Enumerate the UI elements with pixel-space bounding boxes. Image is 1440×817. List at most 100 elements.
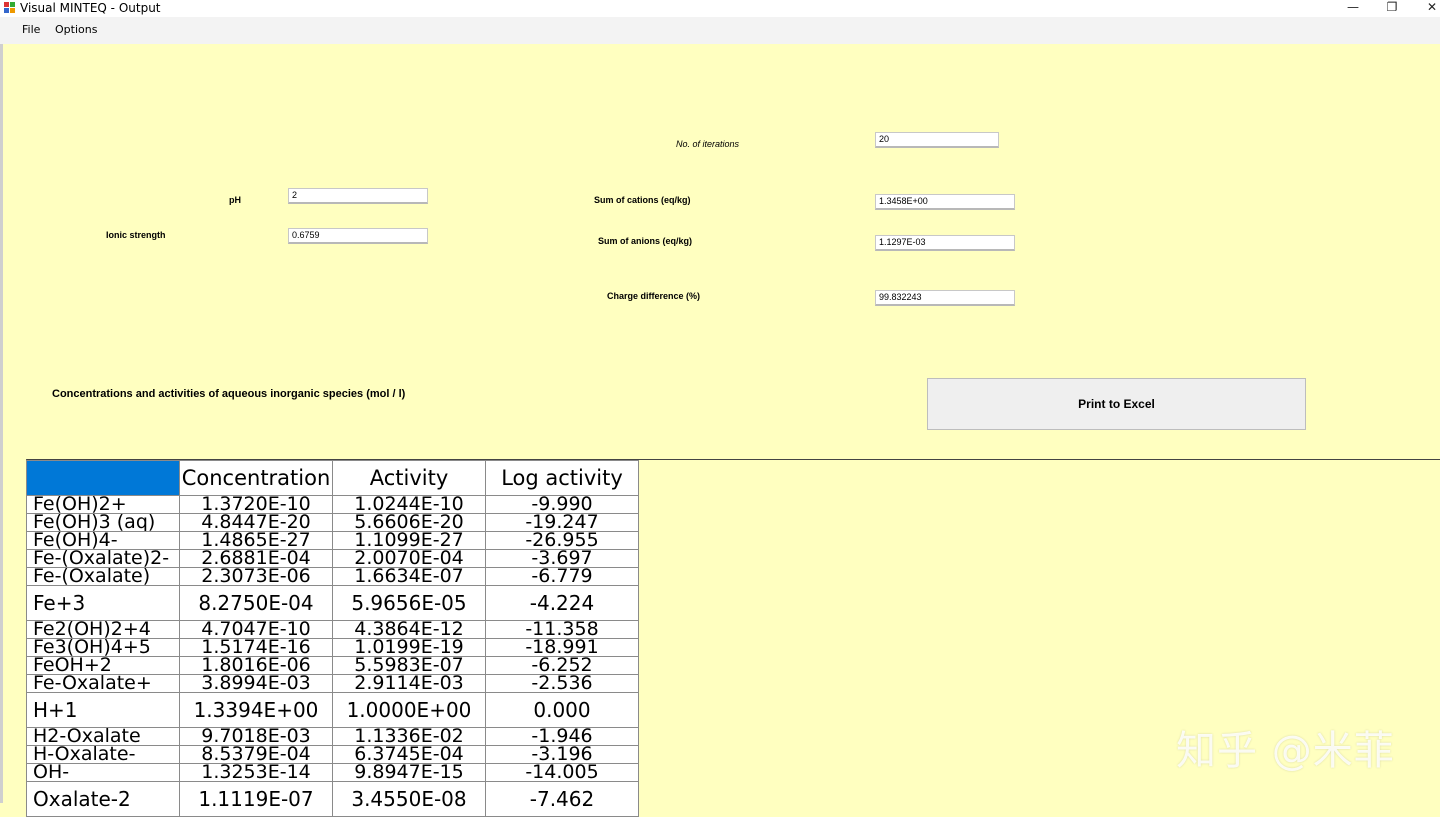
cell-species[interactable]: Fe(OH)4-	[26, 531, 180, 550]
table-row[interactable]: FeOH+2 1.8016E-06 5.5983E-07 -6.252	[26, 656, 639, 675]
cell-log-activity[interactable]: -14.005	[485, 763, 639, 782]
cell-activity[interactable]: 1.1336E-02	[332, 727, 486, 746]
cell-activity[interactable]: 2.0070E-04	[332, 549, 486, 568]
table-row[interactable]: Fe+3 8.2750E-04 5.9656E-05 -4.224	[26, 585, 639, 621]
cell-species[interactable]: Fe3(OH)4+5	[26, 638, 180, 657]
cell-concentration[interactable]: 1.3394E+00	[179, 692, 333, 728]
iterations-field[interactable]: 20	[875, 132, 999, 148]
cell-activity[interactable]: 1.0199E-19	[332, 638, 486, 657]
cell-concentration[interactable]: 1.1119E-07	[179, 781, 333, 817]
cell-species[interactable]: Oxalate-2	[26, 781, 180, 817]
ph-field[interactable]: 2	[288, 188, 428, 204]
cell-concentration[interactable]: 8.2750E-04	[179, 585, 333, 621]
ionic-strength-label: Ionic strength	[106, 230, 166, 240]
sum-anions-field[interactable]: 1.1297E-03	[875, 235, 1015, 251]
cell-activity[interactable]: 1.0244E-10	[332, 495, 486, 514]
cell-concentration[interactable]: 1.3253E-14	[179, 763, 333, 782]
cell-species[interactable]: Fe+3	[26, 585, 180, 621]
cell-species[interactable]: H+1	[26, 692, 180, 728]
table-row[interactable]: OH- 1.3253E-14 9.8947E-15 -14.005	[26, 763, 639, 782]
cell-log-activity[interactable]: -2.536	[485, 674, 639, 693]
cell-species[interactable]: OH-	[26, 763, 180, 782]
cell-log-activity[interactable]: -6.252	[485, 656, 639, 675]
cell-activity[interactable]: 6.3745E-04	[332, 745, 486, 764]
table-row[interactable]: Fe(OH)2+ 1.3720E-10 1.0244E-10 -9.990	[26, 495, 639, 514]
cell-activity[interactable]: 1.1099E-27	[332, 531, 486, 550]
cell-species[interactable]: H-Oxalate-	[26, 745, 180, 764]
cell-concentration[interactable]: 1.5174E-16	[179, 638, 333, 657]
window-left-border	[0, 44, 3, 803]
header-concentration[interactable]: Concentration	[179, 460, 333, 496]
table-row[interactable]: Fe-(Oxalate) 2.3073E-06 1.6634E-07 -6.779	[26, 567, 639, 586]
app-icon	[4, 2, 16, 14]
cell-concentration[interactable]: 2.3073E-06	[179, 567, 333, 586]
header-activity[interactable]: Activity	[332, 460, 486, 496]
cell-concentration[interactable]: 1.3720E-10	[179, 495, 333, 514]
cell-activity[interactable]: 3.4550E-08	[332, 781, 486, 817]
charge-difference-field[interactable]: 99.832243	[875, 290, 1015, 306]
cell-activity[interactable]: 5.9656E-05	[332, 585, 486, 621]
cell-species[interactable]: FeOH+2	[26, 656, 180, 675]
cell-activity[interactable]: 9.8947E-15	[332, 763, 486, 782]
table-row[interactable]: Oxalate-2 1.1119E-07 3.4550E-08 -7.462	[26, 781, 639, 817]
table-row[interactable]: H+1 1.3394E+00 1.0000E+00 0.000	[26, 692, 639, 728]
table-row[interactable]: H2-Oxalate 9.7018E-03 1.1336E-02 -1.946	[26, 727, 639, 746]
cell-log-activity[interactable]: -3.196	[485, 745, 639, 764]
species-table: Concentration Activity Log activity Fe(O…	[26, 460, 639, 817]
cell-concentration[interactable]: 3.8994E-03	[179, 674, 333, 693]
cell-concentration[interactable]: 2.6881E-04	[179, 549, 333, 568]
cell-species[interactable]: H2-Oxalate	[26, 727, 180, 746]
print-to-excel-button[interactable]: Print to Excel	[927, 378, 1306, 430]
ionic-strength-field[interactable]: 0.6759	[288, 228, 428, 244]
menu-options[interactable]: Options	[55, 23, 97, 36]
table-row[interactable]: H-Oxalate- 8.5379E-04 6.3745E-04 -3.196	[26, 745, 639, 764]
table-row[interactable]: Fe(OH)4- 1.4865E-27 1.1099E-27 -26.955	[26, 531, 639, 550]
cell-log-activity[interactable]: -3.697	[485, 549, 639, 568]
cell-concentration[interactable]: 1.4865E-27	[179, 531, 333, 550]
ph-label: pH	[229, 195, 241, 205]
cell-species[interactable]: Fe-(Oxalate)2-	[26, 549, 180, 568]
cell-log-activity[interactable]: -11.358	[485, 620, 639, 639]
cell-concentration[interactable]: 9.7018E-03	[179, 727, 333, 746]
cell-activity[interactable]: 2.9114E-03	[332, 674, 486, 693]
cell-log-activity[interactable]: 0.000	[485, 692, 639, 728]
cell-log-activity[interactable]: -18.991	[485, 638, 639, 657]
cell-activity[interactable]: 1.6634E-07	[332, 567, 486, 586]
cell-log-activity[interactable]: -19.247	[485, 513, 639, 532]
cell-log-activity[interactable]: -6.779	[485, 567, 639, 586]
cell-concentration[interactable]: 1.8016E-06	[179, 656, 333, 675]
cell-concentration[interactable]: 4.8447E-20	[179, 513, 333, 532]
sum-cations-field[interactable]: 1.3458E+00	[875, 194, 1015, 210]
table-body: Fe(OH)2+ 1.3720E-10 1.0244E-10 -9.990 Fe(OH)…	[26, 495, 639, 817]
cell-log-activity[interactable]: -1.946	[485, 727, 639, 746]
table-row[interactable]: Fe2(OH)2+4 4.7047E-10 4.3864E-12 -11.358	[26, 620, 639, 639]
cell-species[interactable]: Fe-Oxalate+	[26, 674, 180, 693]
cell-log-activity[interactable]: -26.955	[485, 531, 639, 550]
menu-file[interactable]: File	[22, 23, 40, 36]
table-row[interactable]: Fe3(OH)4+5 1.5174E-16 1.0199E-19 -18.991	[26, 638, 639, 657]
table-row[interactable]: Fe-(Oxalate)2- 2.6881E-04 2.0070E-04 -3.697	[26, 549, 639, 568]
cell-log-activity[interactable]: -4.224	[485, 585, 639, 621]
cell-log-activity[interactable]: -7.462	[485, 781, 639, 817]
sum-cations-label: Sum of cations (eq/kg)	[594, 195, 691, 205]
header-corner-cell[interactable]	[26, 460, 180, 496]
close-button[interactable]: ✕	[1412, 0, 1440, 17]
table-header-row: Concentration Activity Log activity	[26, 460, 639, 496]
minimize-button[interactable]: —	[1333, 0, 1373, 17]
cell-species[interactable]: Fe-(Oxalate)	[26, 567, 180, 586]
table-row[interactable]: Fe-Oxalate+ 3.8994E-03 2.9114E-03 -2.536	[26, 674, 639, 693]
charge-difference-label: Charge difference (%)	[607, 291, 701, 301]
header-log-activity[interactable]: Log activity	[485, 460, 639, 496]
cell-activity[interactable]: 5.5983E-07	[332, 656, 486, 675]
cell-activity[interactable]: 5.6606E-20	[332, 513, 486, 532]
restore-button[interactable]: ❐	[1372, 0, 1412, 17]
cell-concentration[interactable]: 8.5379E-04	[179, 745, 333, 764]
cell-species[interactable]: Fe2(OH)2+4	[26, 620, 180, 639]
cell-species[interactable]: Fe(OH)2+	[26, 495, 180, 514]
cell-concentration[interactable]: 4.7047E-10	[179, 620, 333, 639]
table-row[interactable]: Fe(OH)3 (aq) 4.8447E-20 5.6606E-20 -19.247	[26, 513, 639, 532]
cell-species[interactable]: Fe(OH)3 (aq)	[26, 513, 180, 532]
cell-log-activity[interactable]: -9.990	[485, 495, 639, 514]
cell-activity[interactable]: 4.3864E-12	[332, 620, 486, 639]
cell-activity[interactable]: 1.0000E+00	[332, 692, 486, 728]
